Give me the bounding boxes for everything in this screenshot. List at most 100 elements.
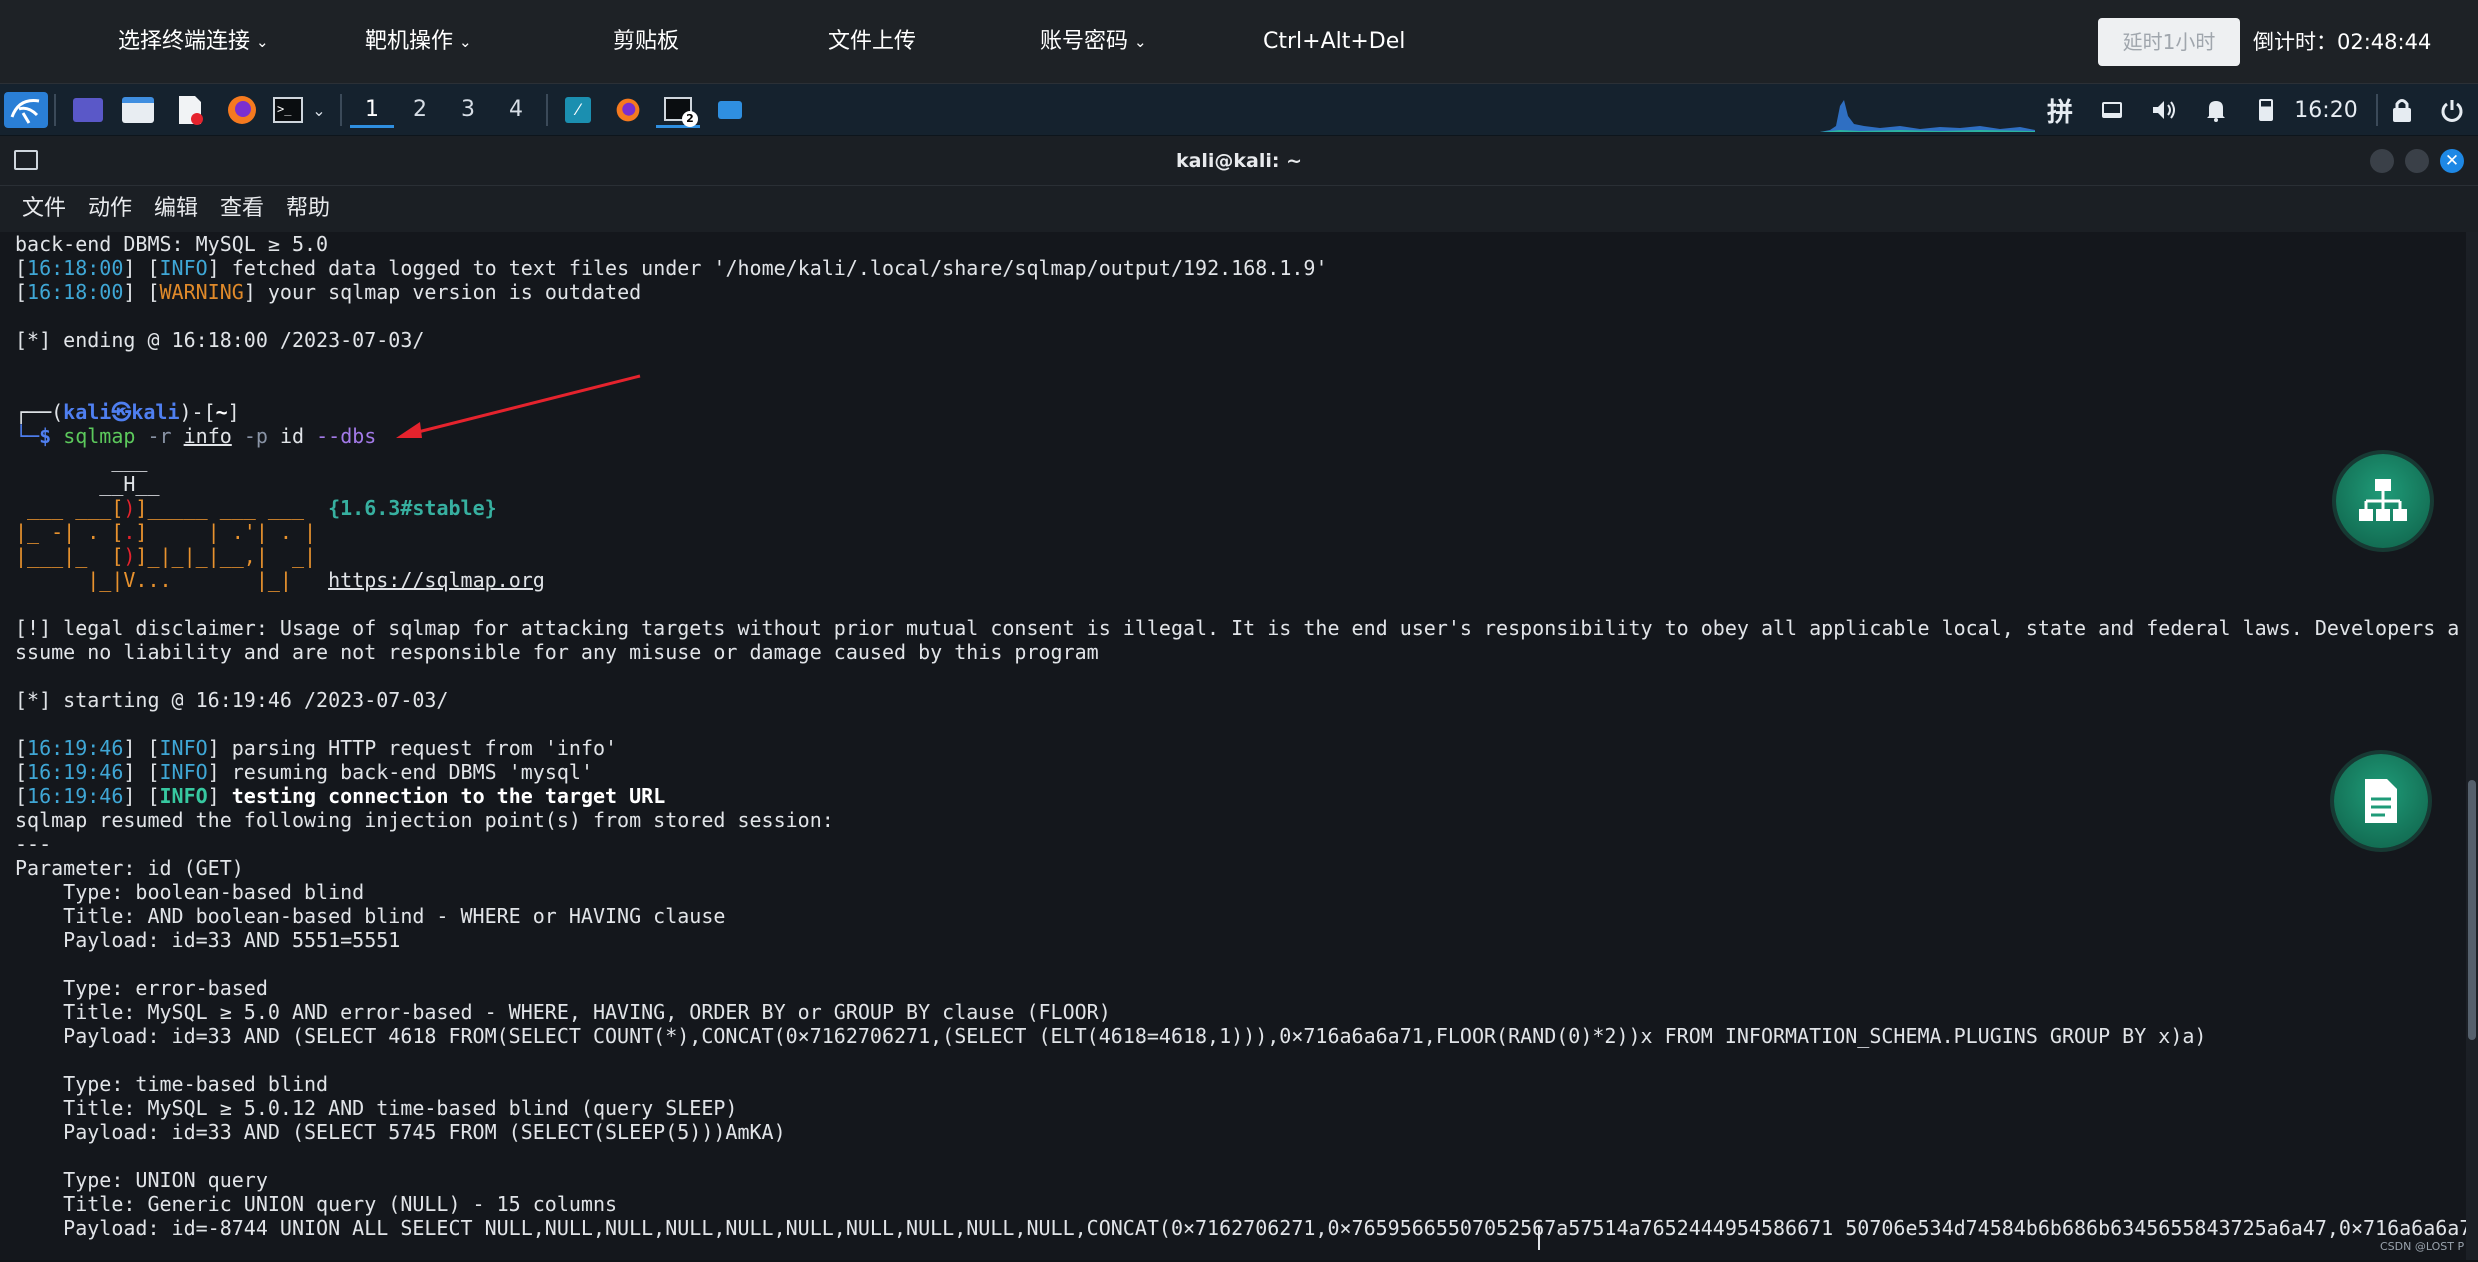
terminal-task-icon[interactable]: 2	[656, 92, 700, 128]
log-message: resuming back-end DBMS 'mysql'	[219, 760, 593, 784]
document-icon	[2365, 779, 2397, 823]
menu-action[interactable]: 动作	[88, 186, 132, 232]
firefox-icon[interactable]	[222, 92, 262, 128]
text-cursor-icon	[1538, 1226, 1540, 1250]
battery-icon[interactable]	[2250, 92, 2282, 128]
terminal-line: Title: MySQL ≥ 5.0 AND error-based - WHE…	[15, 1000, 1111, 1024]
file-upload-button[interactable]: 文件上传	[828, 24, 916, 60]
workspace-4[interactable]: 4	[494, 92, 538, 128]
terminal-line: Payload: id=33 AND (SELECT 5745 FROM (SE…	[15, 1120, 786, 1144]
terminal-line: [16:19:46] [INFO] resuming back-end DBMS…	[15, 760, 593, 784]
terminal-line: Payload: id=33 AND 5551=5551	[15, 928, 401, 952]
timestamp: 16:19:46	[27, 784, 124, 808]
ime-icon[interactable]: 拼	[2042, 92, 2078, 128]
log-tag-info: INFO	[159, 784, 208, 808]
window-title: kali@kali: ~	[1175, 150, 1303, 172]
close-button[interactable]: ✕	[2440, 149, 2464, 173]
timestamp: 16:18:00	[27, 256, 124, 280]
logo-part: .	[123, 520, 136, 544]
maximize-button[interactable]	[2405, 149, 2429, 173]
notification-icon[interactable]	[2200, 92, 2232, 128]
sqlmap-url-link[interactable]: https://sqlmap.org	[328, 568, 545, 592]
document-button[interactable]	[2334, 754, 2428, 848]
menu-help[interactable]: 帮助	[286, 186, 330, 232]
terminal-line: [16:19:46] [INFO] parsing HTTP request f…	[15, 736, 618, 760]
network-topology-button[interactable]	[2336, 454, 2430, 548]
terminal-line: ssume no liability and are not responsib…	[15, 640, 1099, 664]
desktop-icon[interactable]	[68, 92, 108, 128]
ctrl-alt-del-button[interactable]: Ctrl+Alt+Del	[1263, 24, 1405, 60]
log-tag-warning: WARNING	[159, 280, 244, 304]
command-option: -p	[243, 424, 268, 448]
chevron-down-icon[interactable]: ⌄	[308, 92, 330, 128]
logo-part: )	[123, 496, 136, 520]
command-file-arg: info	[183, 424, 232, 448]
logo-part: ]_|_|_|__,| _|	[135, 544, 317, 568]
file-upload-label: 文件上传	[828, 29, 917, 54]
select-terminal-label: 选择终端连接	[118, 29, 251, 54]
workspace-1[interactable]: 1	[350, 92, 394, 128]
minimize-button[interactable]	[2370, 149, 2394, 173]
logo-line: ___	[15, 448, 148, 472]
account-password-menu[interactable]: 账号密码 ⌄	[1040, 24, 1147, 61]
terminal-menubar: 文件 动作 编辑 查看 帮助	[0, 186, 2478, 232]
terminal-line: Title: AND boolean-based blind - WHERE o…	[15, 904, 726, 928]
clipboard-label: 剪贴板	[613, 29, 680, 54]
logo-part: ___ ___[	[15, 496, 124, 520]
file-manager-icon[interactable]	[118, 92, 158, 128]
timestamp: 16:19:46	[27, 760, 124, 784]
workspace-3[interactable]: 3	[446, 92, 490, 128]
select-terminal-menu[interactable]: 选择终端连接 ⌄	[118, 24, 269, 61]
lock-icon[interactable]	[2384, 92, 2420, 128]
target-operation-menu[interactable]: 靶机操作 ⌄	[365, 24, 472, 61]
command-line: └─$ sqlmap -r info -p id --dbs	[15, 424, 377, 448]
terminal-icon[interactable]: >_	[270, 92, 306, 128]
command-name: sqlmap	[63, 424, 136, 448]
terminal-line: [16:19:46] [INFO] testing connection to …	[15, 784, 666, 808]
terminal-line: ---	[15, 832, 52, 856]
firefox-task-icon[interactable]	[610, 92, 646, 128]
prompt-user: kali㉿kali	[63, 400, 180, 424]
terminal-line: [*] ending @ 16:18:00 /2023-07-03/	[15, 328, 425, 352]
terminal-output[interactable]: back-end DBMS: MySQL ≥ 5.0 [16:18:00] [I…	[0, 232, 2466, 1260]
logo-part: |_|V... |_|	[15, 568, 329, 592]
sqlmap-version: {1.6.3#stable}	[328, 496, 497, 520]
volume-icon[interactable]	[2148, 92, 2180, 128]
prompt-line: ┌──(kali㉿kali)-[~]	[15, 400, 240, 424]
command-option: --dbs	[316, 424, 377, 448]
workspace-2[interactable]: 2	[398, 92, 442, 128]
delay-one-hour-button[interactable]: 延时1小时	[2098, 18, 2240, 66]
kali-menu-icon[interactable]	[4, 92, 48, 128]
panel-separator	[54, 94, 56, 126]
power-icon[interactable]	[2434, 92, 2470, 128]
logo-part: )	[123, 544, 136, 568]
watermark: CSDN @LOST P	[2380, 1240, 2465, 1253]
timestamp: 16:19:46	[27, 736, 124, 760]
terminal-line: back-end DBMS: MySQL ≥ 5.0	[15, 232, 329, 256]
account-password-label: 账号密码	[1040, 29, 1129, 54]
scrollbar-thumb[interactable]	[2468, 780, 2476, 1040]
window-titlebar[interactable]: kali@kali: ~ ✕	[0, 136, 2478, 186]
countdown-timer: 倒计时：02:48:44	[2253, 30, 2432, 54]
screenshot-icon[interactable]	[712, 92, 748, 128]
command-option: -r	[147, 424, 172, 448]
display-icon[interactable]	[2096, 92, 2128, 128]
taskbar-panel: >_ ⌄ 1 2 3 4 ⁄ 2 拼 16:20	[0, 84, 2478, 136]
logo-line: ___ ___[)]_____ ___ ___ {1.6.3#stable}	[15, 496, 497, 520]
log-message: fetched data logged to text files under …	[219, 256, 1328, 280]
menu-view[interactable]: 查看	[220, 186, 264, 232]
app-blue-icon[interactable]: ⁄	[560, 92, 596, 128]
logo-line: |___|_ [)]_|_|_|__,| _|	[15, 544, 316, 568]
terminal-scrollbar[interactable]	[2466, 232, 2478, 1260]
menu-edit[interactable]: 编辑	[154, 186, 198, 232]
target-operation-label: 靶机操作	[365, 29, 454, 54]
prompt-dir: ~	[215, 400, 228, 424]
command-param: id	[279, 424, 305, 448]
terminal-line: Type: time-based blind	[15, 1072, 329, 1096]
menu-file[interactable]: 文件	[22, 186, 66, 232]
logo-line: |_ -| . [.] | .'| . |	[15, 520, 316, 544]
text-editor-icon[interactable]	[170, 92, 210, 128]
panel-separator	[546, 94, 548, 126]
clock[interactable]: 16:20	[2286, 92, 2366, 128]
clipboard-button[interactable]: 剪贴板	[613, 24, 679, 60]
